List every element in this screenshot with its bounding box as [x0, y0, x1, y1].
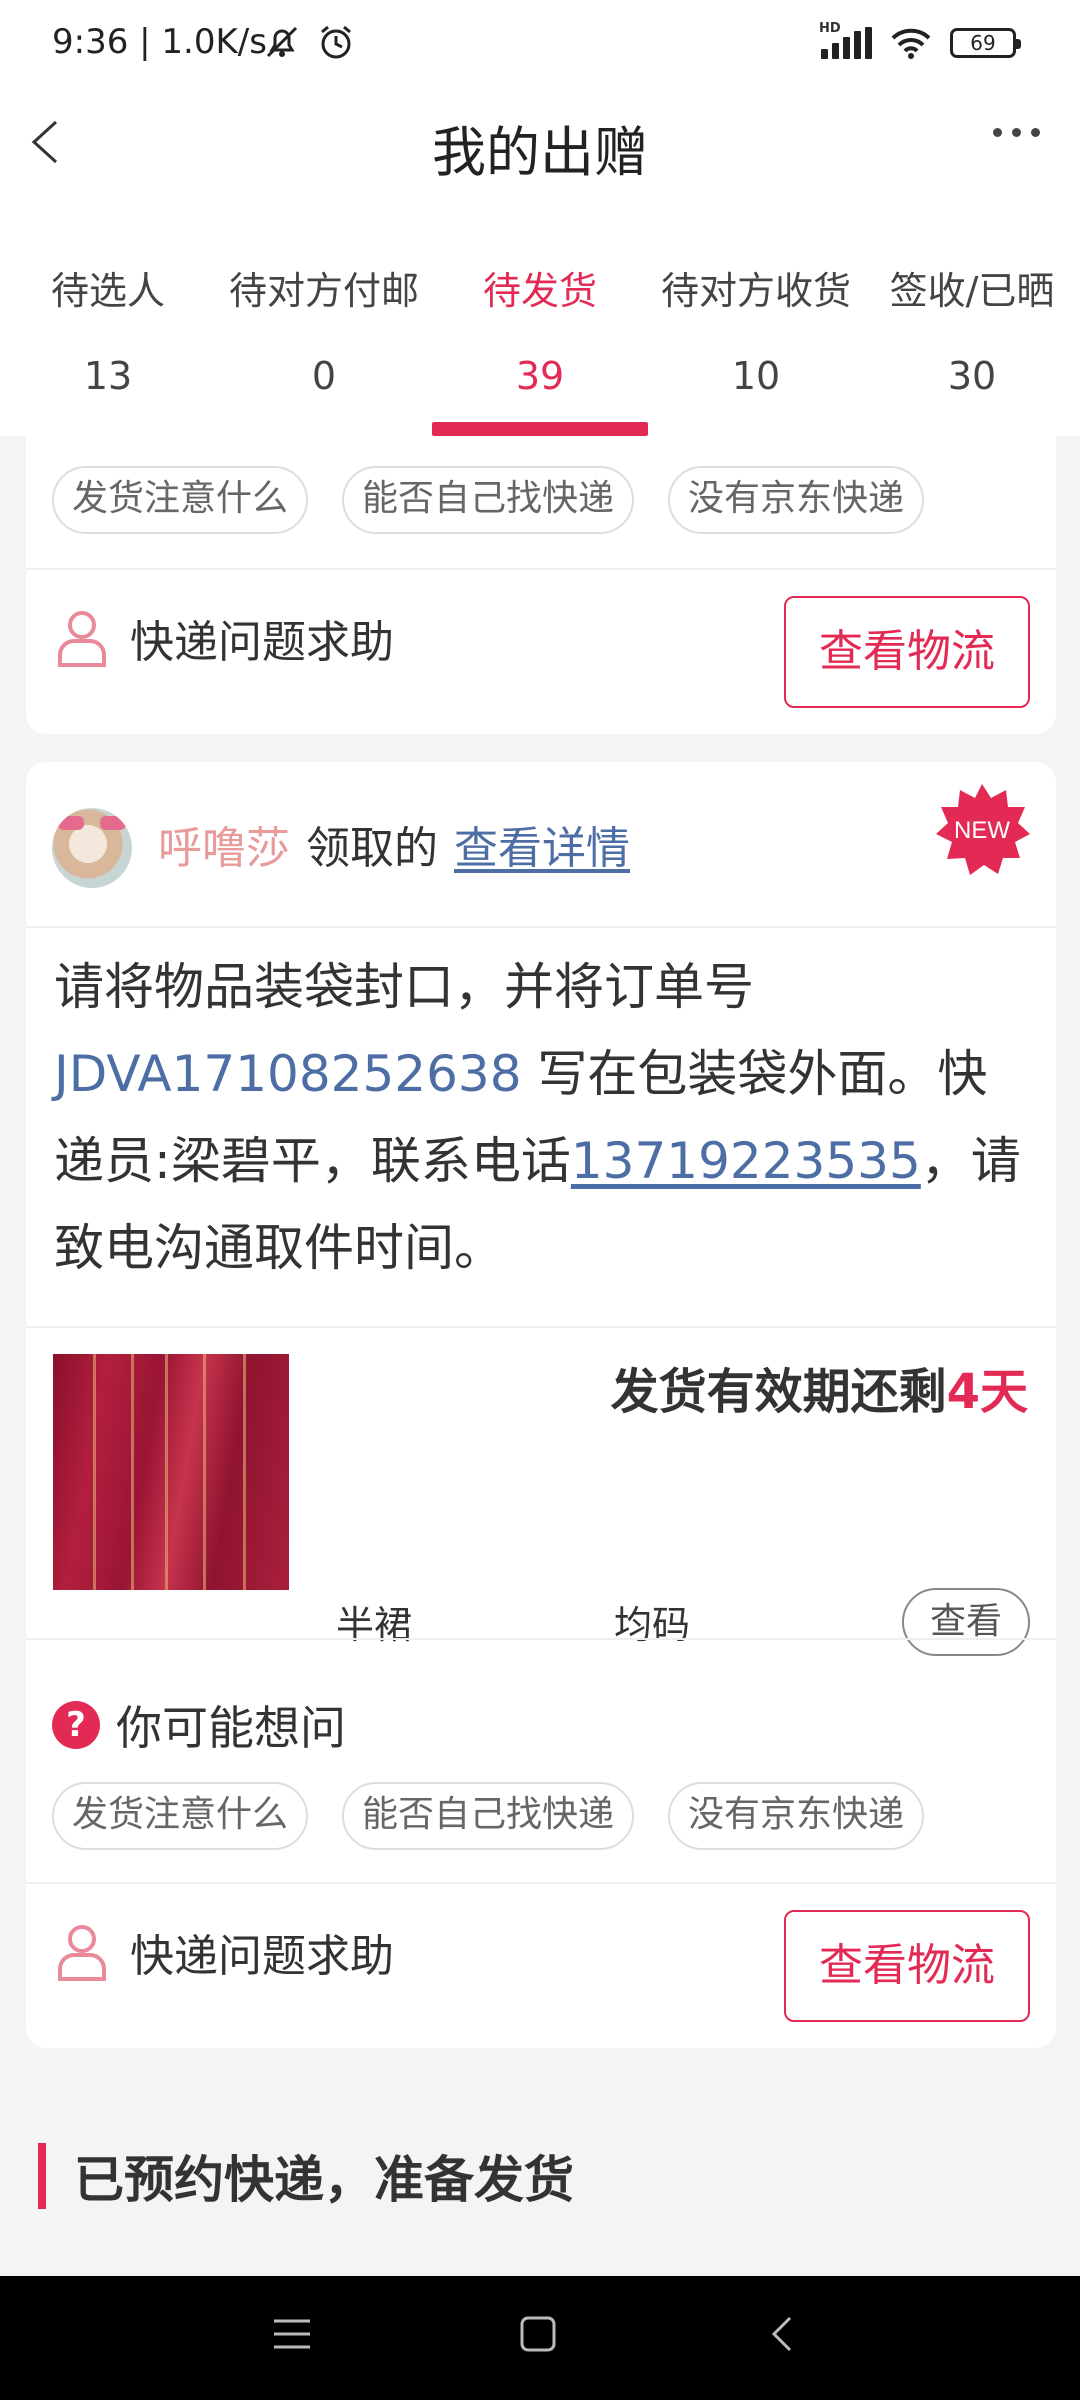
- tab-indicator: [432, 422, 648, 436]
- receiver-name[interactable]: 呼噜莎: [158, 812, 290, 876]
- status-bar: 9:36 | 1.0K/s HD 69: [0, 0, 1080, 92]
- section-header: 已预约快递，准备发货: [38, 2140, 574, 2212]
- faq-chip[interactable]: 没有京东快递: [668, 1782, 925, 1850]
- ship-deadline: 发货有效期还剩4天: [611, 1352, 1028, 1422]
- question-icon: ?: [52, 1701, 100, 1749]
- person-icon: [58, 611, 106, 667]
- battery-icon: 69: [950, 28, 1021, 58]
- avatar[interactable]: [52, 808, 132, 888]
- divider: [26, 1882, 1056, 1884]
- tab-label: 待对方收货: [660, 269, 851, 313]
- tab-count: 0: [311, 354, 337, 398]
- mute-bell-icon: [266, 26, 298, 58]
- view-details-link[interactable]: 查看详情: [454, 812, 630, 876]
- faq-chip[interactable]: 能否自己找快递: [342, 466, 635, 534]
- section-accent-bar: [38, 2143, 46, 2209]
- order-card: 呼噜莎 领取的 查看详情 NEW 请将物品装袋封口，并将订单号 JDVA1710…: [26, 762, 1056, 2048]
- page-title: 我的出赠: [432, 121, 648, 184]
- shipping-instruction: 请将物品装袋封口，并将订单号 JDVA17108252638 写在包装袋外面。快…: [54, 944, 1032, 1292]
- goods-name: 半裙: [336, 1603, 413, 1647]
- goods-size: 均码: [614, 1603, 691, 1647]
- instruction-text: 请将物品装袋封口，并将订单号: [54, 958, 754, 1016]
- faq-title: 你可能想问: [116, 1701, 346, 1755]
- tab-pending-select[interactable]: 待选人 13: [0, 232, 216, 436]
- divider: [26, 568, 1056, 570]
- alarm-icon: [321, 25, 351, 59]
- view-logistics-button[interactable]: 查看物流: [784, 1910, 1030, 2022]
- wifi-icon: [891, 28, 931, 59]
- faq-chip[interactable]: 没有京东快递: [668, 466, 925, 534]
- tab-label: 待对方付邮: [228, 269, 419, 313]
- goods-image[interactable]: [53, 1354, 289, 1590]
- divider: [26, 926, 1056, 928]
- person-icon: [58, 1925, 106, 1981]
- system-nav-bar: [0, 2276, 1080, 2400]
- home-icon[interactable]: [516, 2312, 560, 2356]
- battery-level: 69: [970, 31, 996, 55]
- faq-chip[interactable]: 发货注意什么: [52, 1782, 309, 1850]
- cellular-signal-icon: HD: [819, 21, 872, 59]
- status-time: 9:36 | 1.0K/s: [52, 22, 267, 62]
- claim-text: 领取的: [306, 823, 438, 874]
- tab-pending-receive[interactable]: 待对方收货 10: [648, 232, 864, 436]
- courier-phone-link[interactable]: 13719223535: [571, 1132, 921, 1190]
- more-options-icon[interactable]: [993, 128, 1040, 137]
- order-card: 发货注意什么 能否自己找快递 没有京东快递 快递问题求助 查看物流: [26, 436, 1056, 734]
- app-header: 我的出赠: [0, 92, 1080, 232]
- tab-count: 39: [515, 354, 565, 398]
- tab-label: 签收/已晒: [889, 269, 1055, 313]
- faq-chips: 发货注意什么 能否自己找快递 没有京东快递: [52, 1782, 925, 1850]
- faq-chip[interactable]: 发货注意什么: [52, 466, 309, 534]
- courier-help[interactable]: 快递问题求助: [56, 1920, 394, 1984]
- claim-line: 呼噜莎 领取的 查看详情: [158, 812, 630, 876]
- deadline-prefix: 发货有效期还剩: [610, 1364, 947, 1420]
- tab-count: 10: [731, 354, 781, 398]
- deadline-days: 4天: [946, 1364, 1028, 1420]
- help-label: 快递问题求助: [130, 1931, 394, 1982]
- help-label: 快递问题求助: [130, 617, 394, 668]
- faq-chip[interactable]: 能否自己找快递: [342, 1782, 635, 1850]
- divider: [26, 1638, 1056, 1640]
- section-title: 已预约快递，准备发货: [74, 2151, 574, 2209]
- divider: [26, 1326, 1056, 1328]
- nav-back-icon[interactable]: [762, 2312, 806, 2356]
- status-tabs: 待选人 13 待对方付邮 0 待发货 39 待对方收货 10 签收/已晒 30: [0, 232, 1080, 436]
- view-goods-button[interactable]: 查看: [902, 1588, 1030, 1656]
- view-logistics-button[interactable]: 查看物流: [784, 596, 1030, 708]
- courier-help[interactable]: 快递问题求助: [56, 606, 394, 670]
- tab-label: 待发货: [482, 269, 597, 313]
- tab-pending-postage[interactable]: 待对方付邮 0: [216, 232, 432, 436]
- menu-icon[interactable]: [270, 2312, 314, 2356]
- tab-pending-ship[interactable]: 待发货 39: [432, 232, 648, 436]
- faq-chips: 发货注意什么 能否自己找快递 没有京东快递: [52, 466, 925, 534]
- tab-label: 待选人: [50, 269, 165, 313]
- hd-badge: HD: [819, 21, 841, 36]
- tab-count: 13: [83, 354, 133, 398]
- new-badge-text: NEW: [954, 817, 1010, 844]
- tab-signed-shared[interactable]: 签收/已晒 30: [864, 232, 1080, 436]
- status-right-group: HD 69: [819, 21, 1021, 60]
- faq-header: ? 你可能想问: [52, 1692, 346, 1758]
- tab-count: 30: [947, 354, 997, 398]
- new-badge-icon: NEW: [936, 784, 1030, 875]
- order-number: JDVA17108252638: [54, 1045, 522, 1103]
